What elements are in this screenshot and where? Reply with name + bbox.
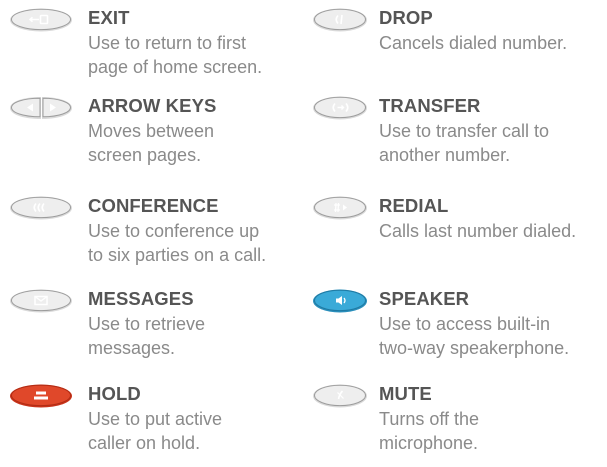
key-item-arrow-keys: ARROW KEYS Moves between screen pages. xyxy=(8,95,308,179)
key-description: Use to transfer call to another number. xyxy=(379,121,550,165)
key-item-redial: REDIAL Calls last number dialed. xyxy=(311,195,607,279)
key-title: TRANSFER xyxy=(379,95,481,116)
key-item-conference: CONFERENCE Use to conference up to six p… xyxy=(8,195,308,279)
arrow-keys-icon xyxy=(8,95,74,121)
key-description: Use to return to first page of home scre… xyxy=(88,33,263,77)
redial-icon xyxy=(311,195,369,221)
key-title: MESSAGES xyxy=(88,288,194,309)
key-item-transfer: TRANSFER Use to transfer call to another… xyxy=(311,95,607,179)
key-item-hold: HOLD Use to put active caller on hold. xyxy=(8,383,308,467)
key-item-exit: EXIT Use to return to first page of home… xyxy=(8,7,308,91)
key-description: Use to put active caller on hold. xyxy=(88,409,223,453)
key-description: Use to access built-in two-way speakerph… xyxy=(379,314,570,358)
key-description: Calls last number dialed. xyxy=(379,221,577,241)
key-title: CONFERENCE xyxy=(88,195,219,216)
key-item-drop: DROP Cancels dialed number. xyxy=(311,7,607,91)
envelope-icon xyxy=(8,288,74,314)
key-title: MUTE xyxy=(379,383,432,404)
key-item-mute: MUTE Turns off the microphone. xyxy=(311,383,607,467)
key-title: DROP xyxy=(379,7,433,28)
speaker-icon xyxy=(311,288,369,314)
key-title: EXIT xyxy=(88,7,130,28)
key-description: Turns off the microphone. xyxy=(379,409,480,453)
mute-icon xyxy=(311,383,369,409)
key-item-speaker: SPEAKER Use to access built-in two-way s… xyxy=(311,288,607,372)
hold-icon xyxy=(8,383,74,409)
exit-icon xyxy=(8,7,74,33)
key-title: REDIAL xyxy=(379,195,449,216)
transfer-icon xyxy=(311,95,369,121)
key-item-messages: MESSAGES Use to retrieve messages. xyxy=(8,288,308,372)
key-description: Cancels dialed number. xyxy=(379,33,568,53)
key-description: Use to retrieve messages. xyxy=(88,314,206,358)
key-title: HOLD xyxy=(88,383,141,404)
key-title: SPEAKER xyxy=(379,288,470,309)
drop-icon xyxy=(311,7,369,33)
key-description: Moves between screen pages. xyxy=(88,121,215,165)
conference-icon xyxy=(8,195,74,221)
key-description: Use to conference up to six parties on a… xyxy=(88,221,267,265)
key-title: ARROW KEYS xyxy=(88,95,217,116)
